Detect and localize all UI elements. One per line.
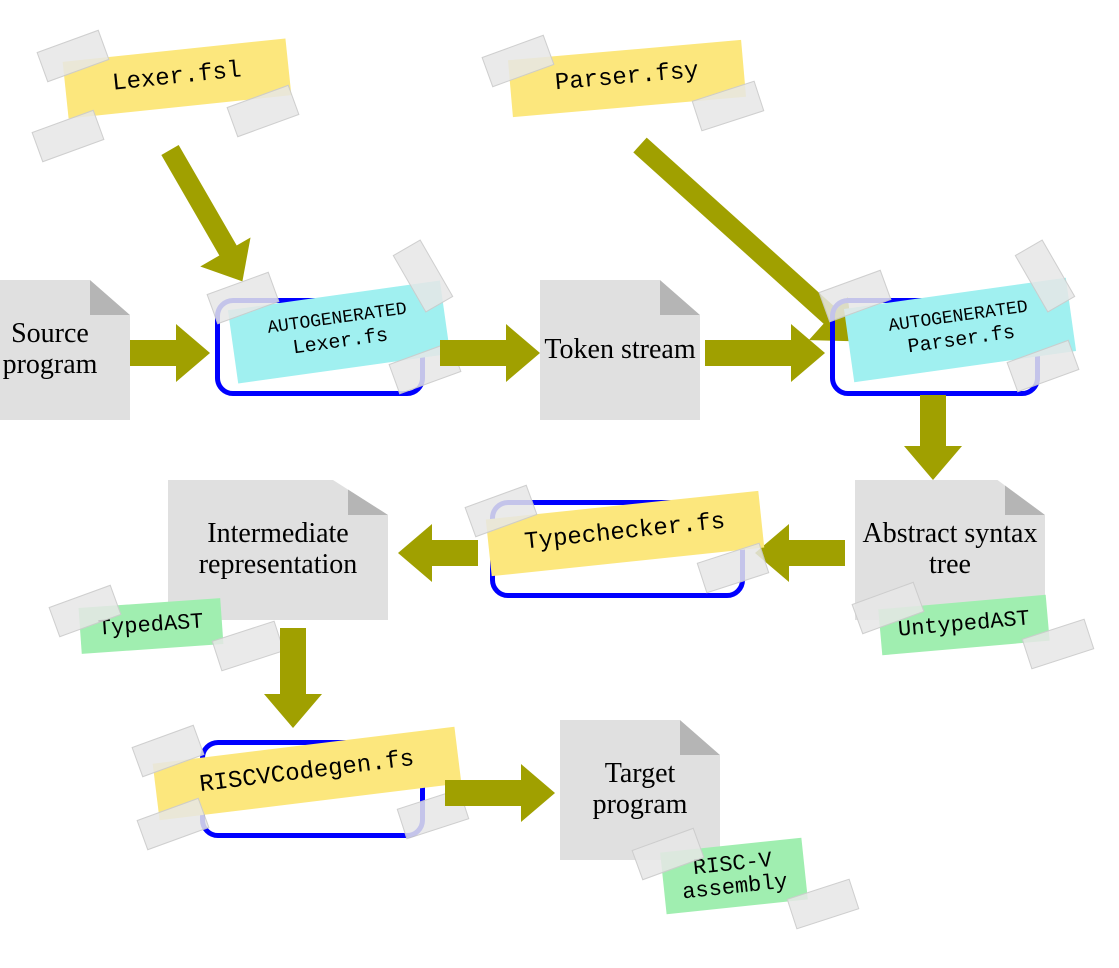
- doc-source-program: Source program: [0, 280, 130, 420]
- arrow-lexer-to-tokens: [440, 340, 510, 366]
- diagram-canvas: Lexer.fsl Parser.fsy Source program AUTO…: [0, 0, 1119, 968]
- note-lexer-fsl-text: Lexer.fsl: [111, 57, 243, 97]
- doc-target-text: Target program: [560, 755, 720, 825]
- arrow-source-to-lexer: [130, 340, 180, 366]
- arrow-typechecker-to-ir: [428, 540, 478, 566]
- arrow-tokens-to-parser: [705, 340, 795, 366]
- arrow-codegen-to-target: [445, 780, 525, 806]
- note-codegen-text: RISCVCodegen.fs: [198, 746, 416, 799]
- arrow-ir-to-codegen: [280, 628, 306, 698]
- arrow-parser-to-ast: [920, 395, 946, 450]
- tape: [212, 621, 285, 672]
- note-parser-fsy-text: Parser.fsy: [554, 58, 700, 97]
- arrow-lexer-src-to-lexer: [161, 145, 238, 259]
- note-typechecker-text: Typechecker.fs: [523, 509, 726, 557]
- doc-ast-text: Abstract syntax tree: [855, 515, 1045, 585]
- doc-token-stream: Token stream: [540, 280, 700, 420]
- doc-token-stream-text: Token stream: [540, 331, 699, 370]
- arrow-ast-to-typechecker: [785, 540, 845, 566]
- doc-ir-text: Intermediate representation: [168, 515, 388, 585]
- doc-source-program-text: Source program: [0, 315, 130, 385]
